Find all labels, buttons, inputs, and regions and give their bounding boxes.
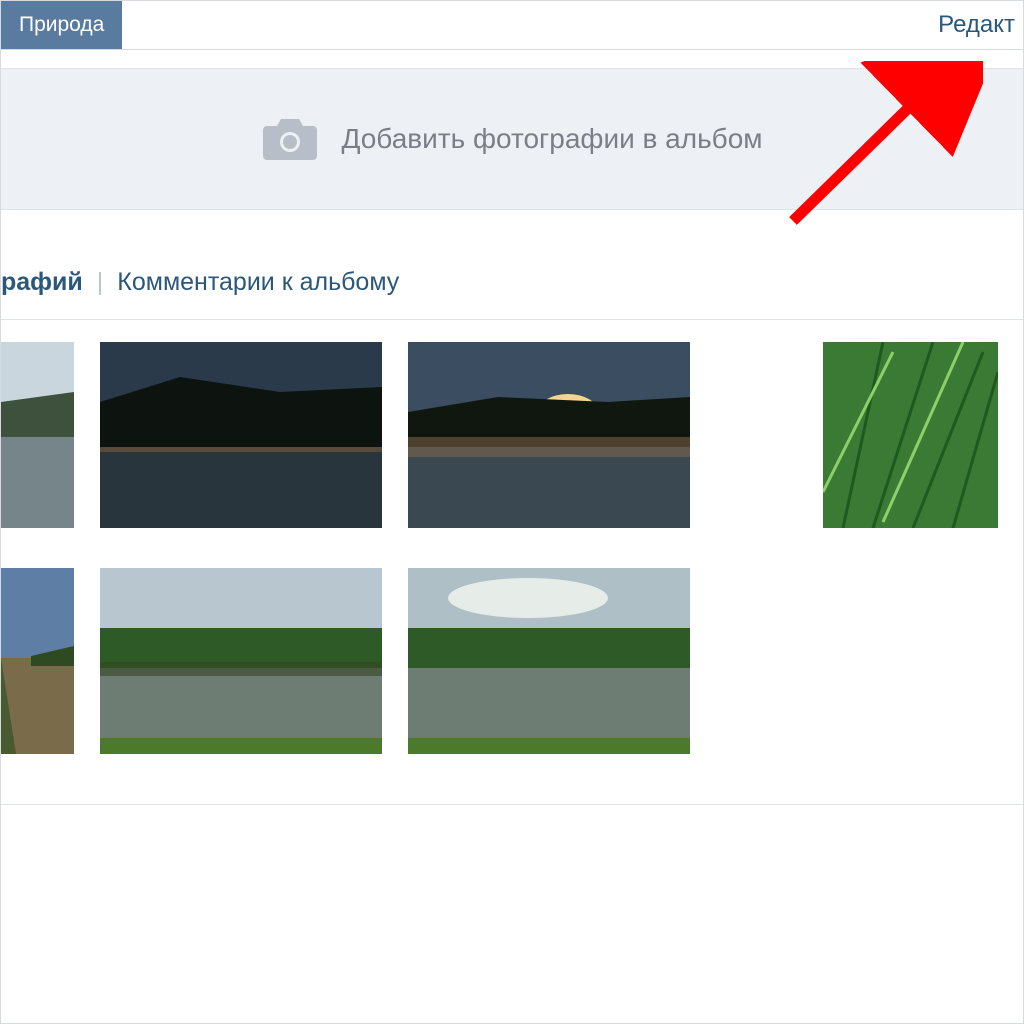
camera-icon (261, 116, 319, 162)
edit-album-link[interactable]: Редакт (938, 11, 1023, 39)
photo-thumb-2[interactable] (100, 342, 382, 528)
photo-thumb-1[interactable] (1, 342, 74, 528)
divider (1, 319, 1023, 320)
photo-thumb-5[interactable] (1, 568, 74, 754)
sub-tabs: рафий | Комментарии к альбому (0, 268, 1023, 309)
photo-grid-row1 (1, 342, 1023, 528)
top-bar: Природа Редакт (1, 1, 1023, 50)
photo-thumb-4[interactable] (823, 342, 998, 528)
album-page: Природа Редакт Добавить фотографии в аль… (0, 0, 1024, 1024)
photo-thumb-6[interactable] (100, 568, 382, 754)
photo-thumb-7[interactable] (408, 568, 690, 754)
album-tab-active[interactable]: Природа (1, 1, 122, 49)
album-tab-label: Природа (19, 13, 104, 37)
subtab-photos[interactable]: рафий (1, 268, 83, 297)
divider-bottom (1, 804, 1023, 805)
photo-grid-row2 (1, 568, 1023, 754)
subtab-comments[interactable]: Комментарии к альбому (117, 268, 399, 297)
photo-thumb-3[interactable] (408, 342, 690, 528)
add-photos-label: Добавить фотографии в альбом (341, 123, 762, 155)
add-photos-panel[interactable]: Добавить фотографии в альбом (1, 68, 1023, 210)
subtab-separator: | (97, 268, 104, 297)
edit-album-label: Редакт (938, 11, 1015, 38)
